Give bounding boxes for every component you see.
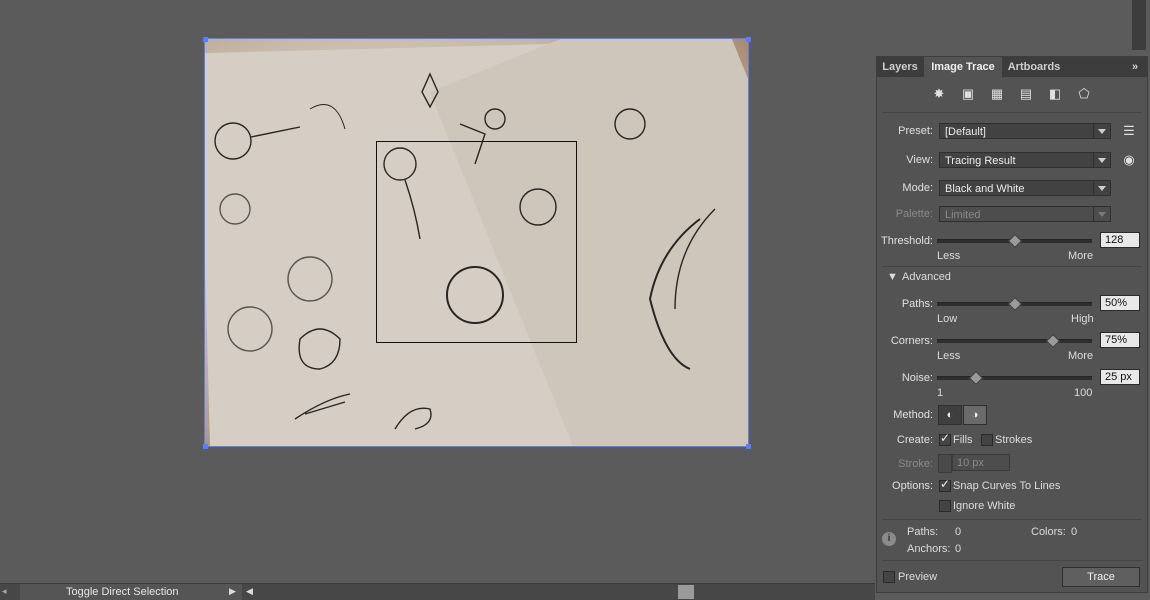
threshold-value-field[interactable]: 128 [1100,232,1140,248]
selection-handle[interactable] [203,37,208,42]
noise-max-label: 100 [1074,387,1093,399]
snap-curves-checkbox[interactable] [939,477,951,492]
mode-value: Black and White [945,183,1025,195]
chevron-down-icon [1093,124,1110,138]
chevron-down-icon [1093,153,1110,167]
stats-paths-label: Paths: [907,526,939,538]
noise-min-label: 1 [937,387,944,399]
artboard-nav-icon[interactable]: ◂ [2,586,7,597]
ignore-white-checkbox[interactable] [939,500,951,512]
advanced-disclosure-icon[interactable]: ▼ [887,271,898,283]
corners-label: Corners: [890,335,933,347]
status-tool-dropdown[interactable]: Toggle Direct Selection ▶ [20,584,242,600]
view-value: Tracing Result [945,155,1016,167]
snap-curves-label: Snap Curves To Lines [953,480,1061,492]
stats-anchors-label: Anchors: [907,543,951,555]
method-overlapping-button[interactable]: ◑ [963,405,987,425]
vertical-scrollbar[interactable] [1132,0,1146,50]
threshold-max-label: More [1068,250,1094,262]
strokes-label: Strokes [995,434,1033,446]
paths-slider[interactable] [937,296,1092,312]
outline-icon[interactable]: ⬠ [1076,86,1092,102]
palette-dropdown: Limited [939,206,1111,222]
eye-icon[interactable]: ◉ [1121,152,1137,168]
selection-handle[interactable] [203,444,208,449]
selection-handle[interactable] [746,444,751,449]
paths-label: Paths: [901,298,933,310]
preset-menu-icon[interactable]: ☰ [1121,123,1137,139]
mode-label: Mode: [902,182,933,194]
status-tool-label: Toggle Direct Selection [66,586,179,598]
ignore-white-label: Ignore White [953,500,1016,512]
stats-anchors-value: 0 [955,543,962,555]
status-bar: ◂ Toggle Direct Selection ▶ ◀ [0,583,875,600]
paths-min-label: Low [937,313,958,325]
view-dropdown[interactable]: Tracing Result [939,152,1111,168]
preset-dropdown[interactable]: [Default] [939,123,1111,139]
horizontal-scroll-thumb[interactable] [678,585,694,599]
noise-slider[interactable] [937,370,1092,386]
advanced-toggle[interactable]: Advanced [902,271,951,283]
corners-slider-knob[interactable] [1046,333,1061,349]
chevron-down-icon [1093,207,1110,221]
corners-min-label: Less [937,350,961,362]
stroke-value-field: 10 px [952,454,1010,471]
noise-slider-knob[interactable] [968,370,983,386]
chevron-down-icon [1093,181,1110,195]
panel-menu-icon[interactable]: » [1125,57,1145,77]
stroke-stepper [938,454,952,473]
grayscale-icon[interactable]: ▤ [1018,86,1034,102]
tab-artboards[interactable]: Artboards [1003,57,1065,77]
preset-label: Preset: [898,125,933,137]
threshold-min-label: Less [937,250,961,262]
fills-label: Fills [953,434,973,446]
paths-max-label: High [1071,313,1094,325]
preview-checkbox[interactable] [883,571,895,583]
corners-slider[interactable] [937,333,1092,349]
panel-tab-bar: Layers Image Trace Artboards » [877,57,1147,77]
method-abutting-button[interactable]: ◐ [938,405,962,425]
stroke-label: Stroke: [898,458,933,470]
chevron-right-icon: ▶ [229,586,236,596]
info-icon: i [882,532,896,546]
palette-label: Palette: [895,208,933,220]
palette-value: Limited [945,209,981,221]
noise-label: Noise: [901,372,933,384]
corners-max-label: More [1068,350,1094,362]
selection-handle[interactable] [746,37,751,42]
corners-value-field[interactable]: 75% [1100,332,1140,348]
divider [882,112,1142,113]
paths-value-field[interactable]: 50% [1100,295,1140,311]
divider [882,519,1142,520]
image-trace-panel: Layers Image Trace Artboards » ✸ ▣ ▦ ▤ ◧… [876,56,1148,593]
trace-button[interactable]: Trace [1062,567,1140,587]
preview-label: Preview [898,571,938,583]
view-label: View: [906,154,933,166]
stats-colors-value: 0 [1071,526,1078,538]
strokes-checkbox[interactable] [981,434,993,446]
method-label: Method: [893,409,933,421]
black-white-icon[interactable]: ◧ [1047,86,1063,102]
auto-color-icon[interactable]: ✸ [931,86,947,102]
divider [882,560,1142,561]
threshold-slider[interactable] [937,233,1092,249]
options-label: Options: [892,480,933,492]
threshold-label: Threshold: [881,235,933,247]
preset-value: [Default] [945,126,986,138]
high-color-icon[interactable]: ▣ [960,86,976,102]
fills-checkbox[interactable] [939,431,951,446]
divider [882,266,1142,267]
tab-image-trace[interactable]: Image Trace [924,57,1002,77]
paths-slider-knob[interactable] [1007,296,1022,312]
tab-layers[interactable]: Layers [877,57,923,77]
threshold-slider-knob[interactable] [1007,233,1022,249]
stats-paths-value: 0 [955,526,962,538]
create-label: Create: [896,434,933,446]
crop-marquee [376,141,577,343]
low-color-icon[interactable]: ▦ [989,86,1005,102]
mode-dropdown[interactable]: Black and White [939,180,1111,196]
stats-colors-label: Colors: [1031,526,1066,538]
noise-value-field[interactable]: 25 px [1100,369,1140,385]
scroll-left-icon[interactable]: ◀ [246,586,253,597]
